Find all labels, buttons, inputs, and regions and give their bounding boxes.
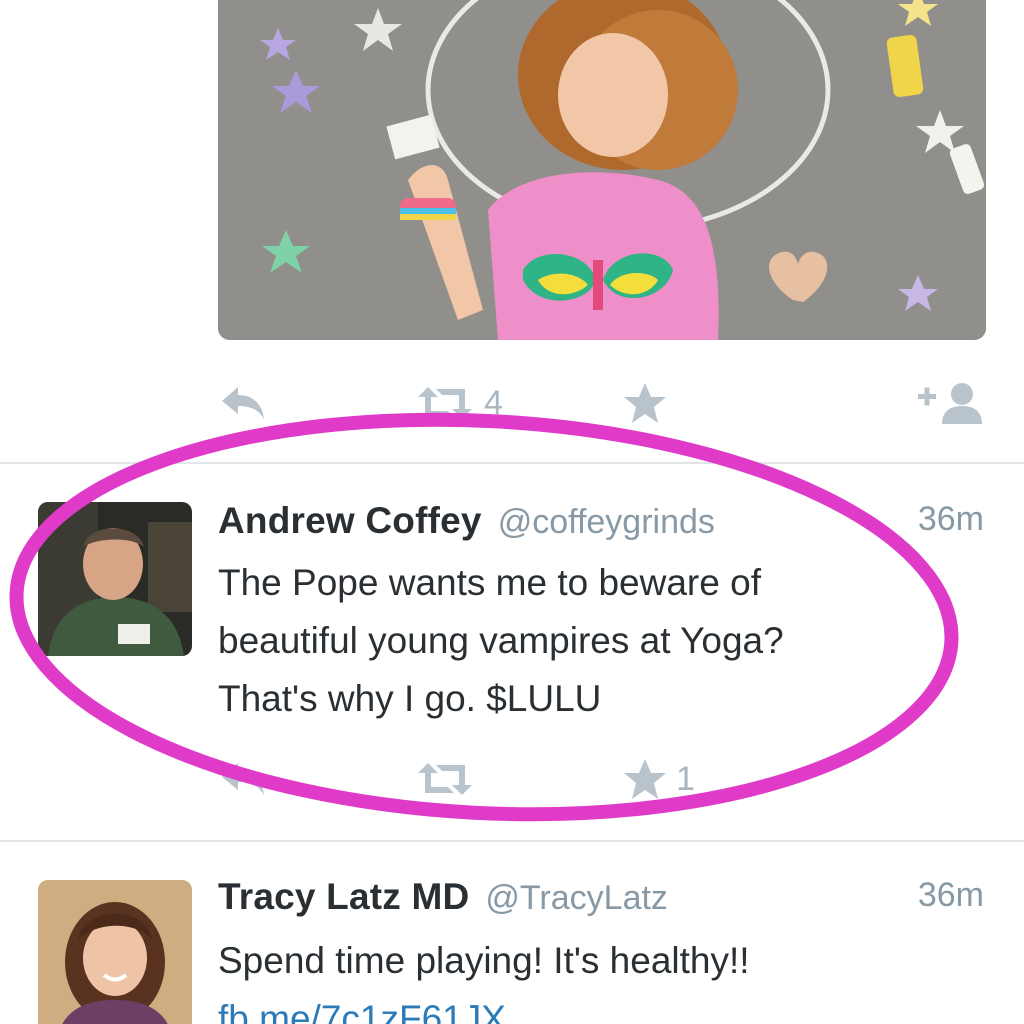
- tweet-media-photo[interactable]: [218, 0, 986, 340]
- tweet-header: Tracy Latz MD @TracyLatz 36m: [218, 876, 984, 926]
- reply-icon: [218, 759, 268, 799]
- follow-add-icon: [916, 380, 986, 426]
- tweet-text-line: beautiful young vampires at Yoga?: [218, 620, 784, 661]
- star-icon: [622, 381, 668, 425]
- tweet-actions: 1: [218, 754, 986, 804]
- tweet-text-line: The Pope wants me to beware of: [218, 562, 761, 603]
- tweet-timestamp: 36m: [917, 876, 984, 914]
- user-handle[interactable]: @coffeygrinds: [498, 503, 715, 542]
- tweet-link[interactable]: fb.me/7c1zF61JX: [218, 998, 506, 1024]
- tweet-text-line: Spend time playing! It's healthy!!: [218, 940, 750, 981]
- avatar-photo: [38, 502, 192, 656]
- reply-button[interactable]: [218, 754, 268, 804]
- tweet-actions: 4: [218, 378, 986, 428]
- favorite-button[interactable]: 1: [622, 754, 695, 804]
- star-icon: [622, 757, 668, 801]
- reply-button[interactable]: [218, 378, 268, 428]
- avatar[interactable]: [38, 502, 192, 656]
- tweet-text: The Pope wants me to beware of beautiful…: [218, 554, 978, 728]
- follow-button[interactable]: [916, 378, 986, 428]
- reply-icon: [218, 383, 268, 423]
- display-name[interactable]: Tracy Latz MD: [218, 876, 469, 918]
- tweet-item[interactable]: Tracy Latz MD @TracyLatz 36m Spend time …: [0, 842, 1024, 1024]
- retweet-icon: [414, 383, 476, 423]
- twitter-timeline: 4 Andrew Coffey @coffeygrinds 36m The Po…: [0, 0, 1024, 1024]
- tweet-timestamp: 36m: [917, 500, 984, 538]
- retweet-button[interactable]: 4: [414, 378, 503, 428]
- avatar[interactable]: [38, 880, 192, 1024]
- favorite-button[interactable]: [622, 378, 668, 428]
- retweet-count: 4: [484, 384, 503, 422]
- avatar-photo: [38, 880, 192, 1024]
- tweet-text-line: That's why I go. $LULU: [218, 678, 602, 719]
- tweet-header: Andrew Coffey @coffeygrinds 36m: [218, 500, 984, 550]
- tweet-item[interactable]: Andrew Coffey @coffeygrinds 36m The Pope…: [0, 464, 1024, 840]
- retweet-icon: [414, 759, 476, 799]
- user-handle[interactable]: @TracyLatz: [485, 879, 668, 918]
- retweet-button[interactable]: [414, 754, 476, 804]
- tweet-text: Spend time playing! It's healthy!!: [218, 932, 978, 990]
- favorite-count: 1: [676, 760, 695, 798]
- display-name[interactable]: Andrew Coffey: [218, 500, 482, 542]
- photo-girl-chalk-drawing: [218, 0, 986, 340]
